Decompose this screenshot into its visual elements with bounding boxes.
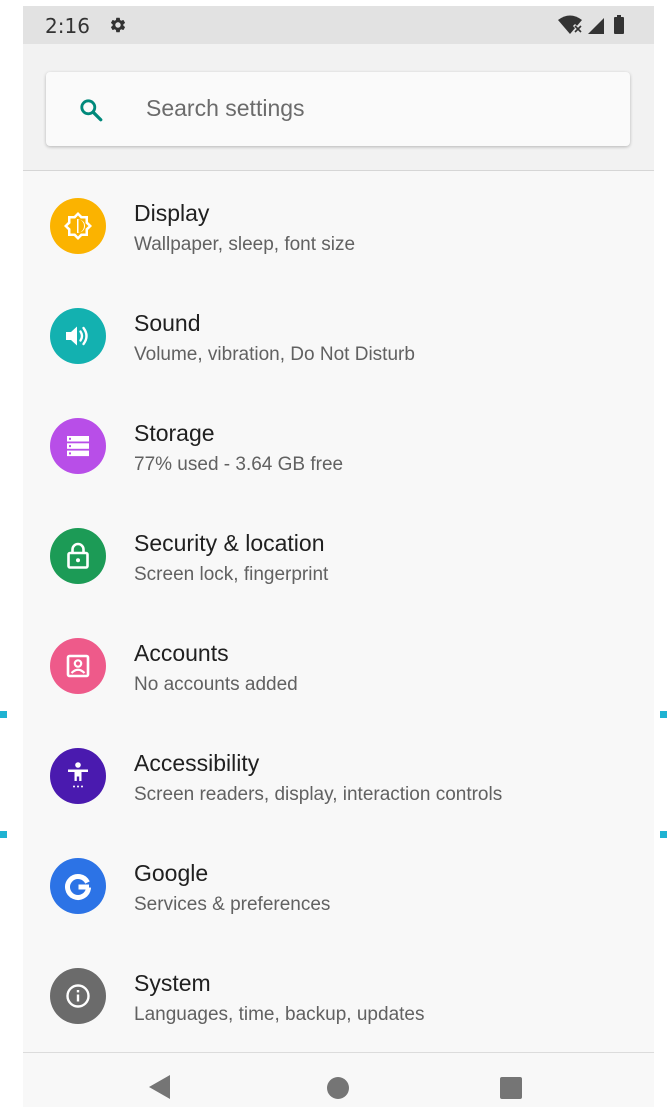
edge-marker: [0, 711, 7, 718]
setting-subtitle: 77% used - 3.64 GB free: [134, 454, 344, 475]
edge-marker: [660, 831, 667, 838]
google-g-icon: [50, 858, 106, 914]
search-icon: [80, 99, 103, 122]
setting-subtitle: Volume, vibration, Do Not Disturb: [134, 344, 415, 365]
setting-item-security-location[interactable]: Security & location Screen lock, fingerp…: [23, 500, 654, 610]
setting-title: System: [134, 970, 211, 996]
status-bar: 2:16: [23, 6, 654, 44]
status-time: 2:16: [45, 14, 90, 38]
back-icon[interactable]: [149, 1075, 171, 1099]
storage-icon: [50, 418, 106, 474]
setting-item-google[interactable]: Google Services & preferences: [23, 830, 654, 940]
setting-item-storage[interactable]: Storage 77% used - 3.64 GB free: [23, 390, 654, 500]
setting-subtitle: Services & preferences: [134, 894, 331, 915]
cell-signal-icon: [588, 18, 604, 34]
setting-item-accounts[interactable]: Accounts No accounts added: [23, 610, 654, 720]
setting-title: Storage: [134, 420, 215, 446]
search-area: Search settings: [23, 44, 654, 171]
edge-marker: [0, 831, 7, 838]
accessibility-icon: [50, 748, 106, 804]
setting-subtitle: No accounts added: [134, 674, 298, 695]
account-box-icon: [50, 638, 106, 694]
battery-icon: [614, 15, 624, 34]
setting-title: Google: [134, 860, 209, 886]
setting-item-accessibility[interactable]: Accessibility Screen readers, display, i…: [23, 720, 654, 830]
setting-item-system[interactable]: System Languages, time, backup, updates: [23, 940, 654, 1050]
search-placeholder: Search settings: [146, 95, 305, 121]
setting-item-display[interactable]: Display Wallpaper, sleep, font size: [23, 170, 654, 280]
recents-icon[interactable]: [500, 1077, 522, 1099]
setting-subtitle: Wallpaper, sleep, font size: [134, 234, 356, 255]
setting-title: Security & location: [134, 530, 325, 556]
settings-list: Display Wallpaper, sleep, font size Soun…: [23, 170, 654, 1050]
volume-icon: [50, 308, 106, 364]
navigation-bar: [23, 1052, 654, 1107]
settings-screen: 2:16 Search settings Display Wallpaper, …: [23, 6, 654, 1107]
status-indicators: [558, 15, 624, 35]
setting-title: Display: [134, 200, 210, 226]
info-icon: [50, 968, 106, 1024]
gear-icon: [110, 17, 126, 33]
display-brightness-icon: [50, 198, 106, 254]
search-settings-bar[interactable]: Search settings: [46, 72, 630, 146]
setting-subtitle: Screen readers, display, interaction con…: [134, 784, 503, 805]
setting-subtitle: Languages, time, backup, updates: [134, 1004, 425, 1025]
home-icon[interactable]: [327, 1077, 349, 1099]
lock-icon: [50, 528, 106, 584]
setting-title: Sound: [134, 310, 201, 336]
setting-title: Accounts: [134, 640, 229, 666]
edge-marker: [660, 711, 667, 718]
setting-subtitle: Screen lock, fingerprint: [134, 564, 329, 585]
setting-item-sound[interactable]: Sound Volume, vibration, Do Not Disturb: [23, 280, 654, 390]
setting-title: Accessibility: [134, 750, 260, 776]
wifi-no-internet-icon: [558, 15, 584, 35]
